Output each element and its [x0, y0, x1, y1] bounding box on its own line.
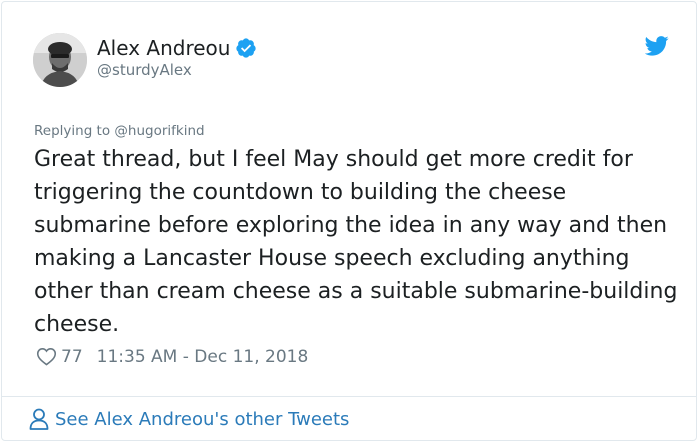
author-name[interactable]: Alex Andreou: [97, 36, 257, 60]
avatar-photo: [33, 33, 87, 87]
avatar[interactable]: [33, 33, 87, 87]
person-icon: [29, 408, 49, 430]
heart-icon[interactable]: [36, 346, 57, 367]
twitter-bird-icon[interactable]: [645, 36, 669, 56]
like-count: 77: [61, 346, 83, 367]
tweet-card: Alex Andreou @sturdyAlex Replying to @hu…: [1, 1, 697, 441]
tweet-meta: 77 11:35 AM - Dec 11, 2018: [36, 346, 308, 367]
see-other-tweets-label: See Alex Andreou's other Tweets: [55, 408, 350, 430]
see-other-tweets-link[interactable]: See Alex Andreou's other Tweets: [29, 408, 349, 430]
author-name-text: Alex Andreou: [97, 36, 231, 60]
divider: [2, 396, 696, 397]
timestamp[interactable]: 11:35 AM - Dec 11, 2018: [97, 347, 309, 367]
tweet-text: Great thread, but I feel May should get …: [34, 147, 678, 337]
verified-badge-icon: [236, 38, 257, 58]
replying-to[interactable]: Replying to @hugorifkind: [34, 123, 205, 139]
author-handle[interactable]: @sturdyAlex: [97, 61, 192, 79]
